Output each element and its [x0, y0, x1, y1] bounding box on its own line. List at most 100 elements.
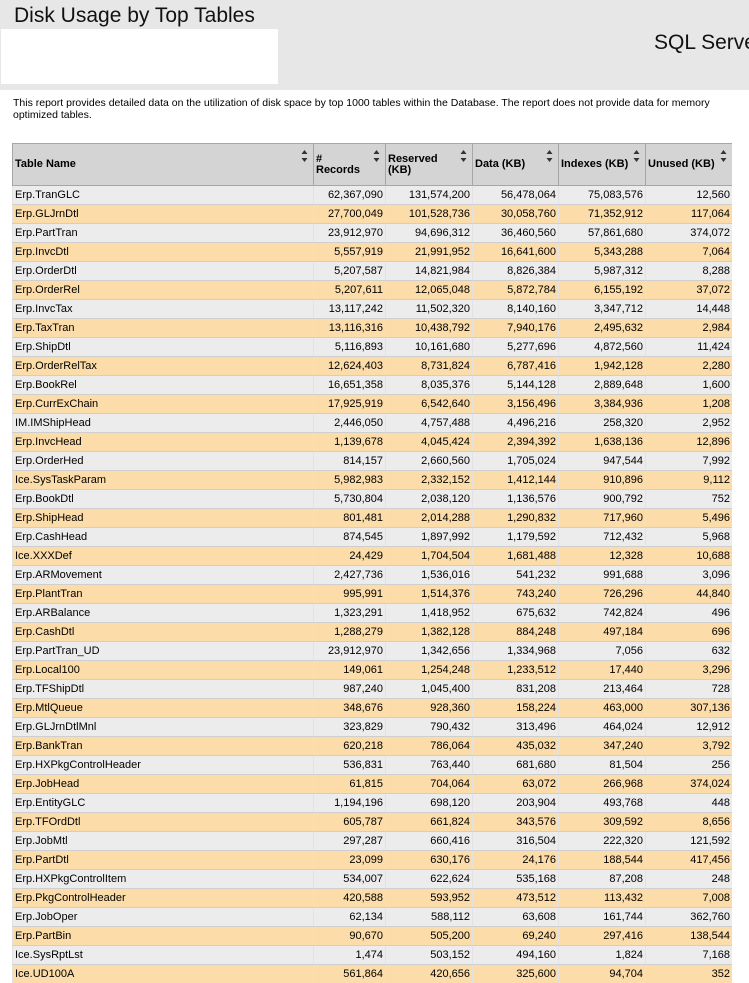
table-row: IM.IMShipHead 2,446,050 4,757,488 4,496,216…: [12, 413, 732, 433]
cell-indexes: 213,464: [558, 679, 646, 699]
table-row: Erp.JobHead 61,815 704,064 63,072 266,968 374…: [12, 774, 732, 794]
table-row: Erp.TFOrdDtl 605,787 661,824 343,576 309,592…: [12, 812, 732, 832]
cell-data: 316,504: [472, 831, 559, 851]
table-row: Erp.CurrExChain 17,925,919 6,542,640 3,156,…: [12, 394, 732, 414]
sort-arrows-icon[interactable]: [720, 149, 727, 163]
product-name: SQL Serve: [654, 31, 749, 54]
table-row: Erp.TFShipDtl 987,240 1,045,400 831,208 213,…: [12, 679, 732, 699]
cell-data: 1,412,144: [472, 470, 559, 490]
cell-unused: 14,448: [645, 299, 732, 319]
cell-reserved: 1,342,656: [385, 641, 473, 661]
column-header-unused[interactable]: Unused (KB): [645, 143, 732, 186]
cell-unused: 256: [645, 755, 732, 775]
cell-unused: 728: [645, 679, 732, 699]
cell-reserved: 593,952: [385, 888, 473, 908]
cell-data: 343,576: [472, 812, 559, 832]
cell-records: 561,864: [313, 964, 386, 983]
table-row: Erp.InvcTax 13,117,242 11,502,320 8,140,160…: [12, 299, 732, 319]
column-header-label: Unused (KB): [648, 158, 715, 170]
cell-records: 534,007: [313, 869, 386, 889]
cell-data: 56,478,064: [472, 185, 559, 205]
cell-indexes: 188,544: [558, 850, 646, 870]
column-header-data[interactable]: Data (KB): [472, 143, 559, 186]
column-header-records[interactable]: # Records: [313, 143, 386, 186]
cell-table-name: Erp.OrderHed: [12, 451, 314, 471]
cell-data: 1,681,488: [472, 546, 559, 566]
cell-indexes: 87,208: [558, 869, 646, 889]
cell-reserved: 790,432: [385, 717, 473, 737]
sort-arrows-icon[interactable]: [301, 149, 308, 163]
cell-unused: 374,072: [645, 223, 732, 243]
table-row: Erp.PartTran 23,912,970 94,696,312 36,460,5…: [12, 223, 732, 243]
cell-records: 801,481: [313, 508, 386, 528]
cell-data: 30,058,760: [472, 204, 559, 224]
table-row: Ice.UD100A 561,864 420,656 325,600 94,704 352: [12, 964, 732, 983]
cell-records: 13,116,316: [313, 318, 386, 338]
report-header: Disk Usage by Top Tables SQL Serve: [0, 0, 749, 90]
column-header-table-name[interactable]: Table Name: [12, 143, 314, 186]
cell-records: 1,288,279: [313, 622, 386, 642]
cell-data: 2,394,392: [472, 432, 559, 452]
cell-indexes: 258,320: [558, 413, 646, 433]
cell-records: 297,287: [313, 831, 386, 851]
column-header-reserved[interactable]: Reserved (KB): [385, 143, 473, 186]
cell-records: 1,323,291: [313, 603, 386, 623]
cell-indexes: 81,504: [558, 755, 646, 775]
cell-indexes: 4,872,560: [558, 337, 646, 357]
cell-unused: 5,496: [645, 508, 732, 528]
cell-table-name: Erp.PartBin: [12, 926, 314, 946]
cell-indexes: 3,347,712: [558, 299, 646, 319]
cell-reserved: 4,757,488: [385, 413, 473, 433]
column-header-label: Indexes (KB): [561, 158, 629, 170]
cell-data: 313,496: [472, 717, 559, 737]
cell-records: 814,157: [313, 451, 386, 471]
cell-reserved: 10,161,680: [385, 337, 473, 357]
table-row: Erp.ARBalance 1,323,291 1,418,952 675,632 74…: [12, 603, 732, 623]
cell-records: 605,787: [313, 812, 386, 832]
disk-usage-table-container[interactable]: Table Name # Records Reserved (KB) Data (KB…: [12, 143, 732, 983]
cell-unused: 5,968: [645, 527, 732, 547]
table-row: Erp.ShipHead 801,481 2,014,288 1,290,832 717…: [12, 508, 732, 528]
cell-unused: 374,024: [645, 774, 732, 794]
cell-records: 90,670: [313, 926, 386, 946]
cell-reserved: 8,035,376: [385, 375, 473, 395]
cell-reserved: 420,656: [385, 964, 473, 983]
cell-data: 24,176: [472, 850, 559, 870]
sort-arrows-icon[interactable]: [633, 149, 640, 163]
cell-reserved: 1,536,016: [385, 565, 473, 585]
table-row: Erp.InvcHead 1,139,678 4,045,424 2,394,392 1…: [12, 432, 732, 452]
cell-data: 63,608: [472, 907, 559, 927]
cell-table-name: Erp.MtlQueue: [12, 698, 314, 718]
cell-table-name: Erp.PartTran: [12, 223, 314, 243]
cell-records: 62,367,090: [313, 185, 386, 205]
cell-unused: 3,096: [645, 565, 732, 585]
cell-records: 149,061: [313, 660, 386, 680]
cell-data: 1,290,832: [472, 508, 559, 528]
cell-table-name: Ice.SysTaskParam: [12, 470, 314, 490]
cell-table-name: IM.IMShipHead: [12, 413, 314, 433]
cell-unused: 2,952: [645, 413, 732, 433]
sort-arrows-icon[interactable]: [373, 149, 380, 163]
cell-reserved: 131,574,200: [385, 185, 473, 205]
cell-unused: 7,064: [645, 242, 732, 262]
table-row: Erp.PartTran_UD 23,912,970 1,342,656 1,334,…: [12, 641, 732, 661]
sort-arrows-icon[interactable]: [460, 149, 467, 163]
table-row: Ice.XXXDef 24,429 1,704,504 1,681,488 12,328…: [12, 546, 732, 566]
table-row: Erp.MtlQueue 348,676 928,360 158,224 463,000…: [12, 698, 732, 718]
cell-indexes: 717,960: [558, 508, 646, 528]
cell-reserved: 660,416: [385, 831, 473, 851]
cell-unused: 138,544: [645, 926, 732, 946]
cell-unused: 7,992: [645, 451, 732, 471]
cell-table-name: Erp.PartDtl: [12, 850, 314, 870]
cell-table-name: Erp.PartTran_UD: [12, 641, 314, 661]
sort-arrows-icon[interactable]: [546, 149, 553, 163]
cell-records: 348,676: [313, 698, 386, 718]
cell-records: 13,117,242: [313, 299, 386, 319]
cell-table-name: Erp.JobMtl: [12, 831, 314, 851]
cell-indexes: 71,352,912: [558, 204, 646, 224]
cell-unused: 3,792: [645, 736, 732, 756]
column-header-indexes[interactable]: Indexes (KB): [558, 143, 646, 186]
cell-indexes: 75,083,576: [558, 185, 646, 205]
cell-table-name: Erp.HXPkgControlHeader: [12, 755, 314, 775]
cell-data: 473,512: [472, 888, 559, 908]
